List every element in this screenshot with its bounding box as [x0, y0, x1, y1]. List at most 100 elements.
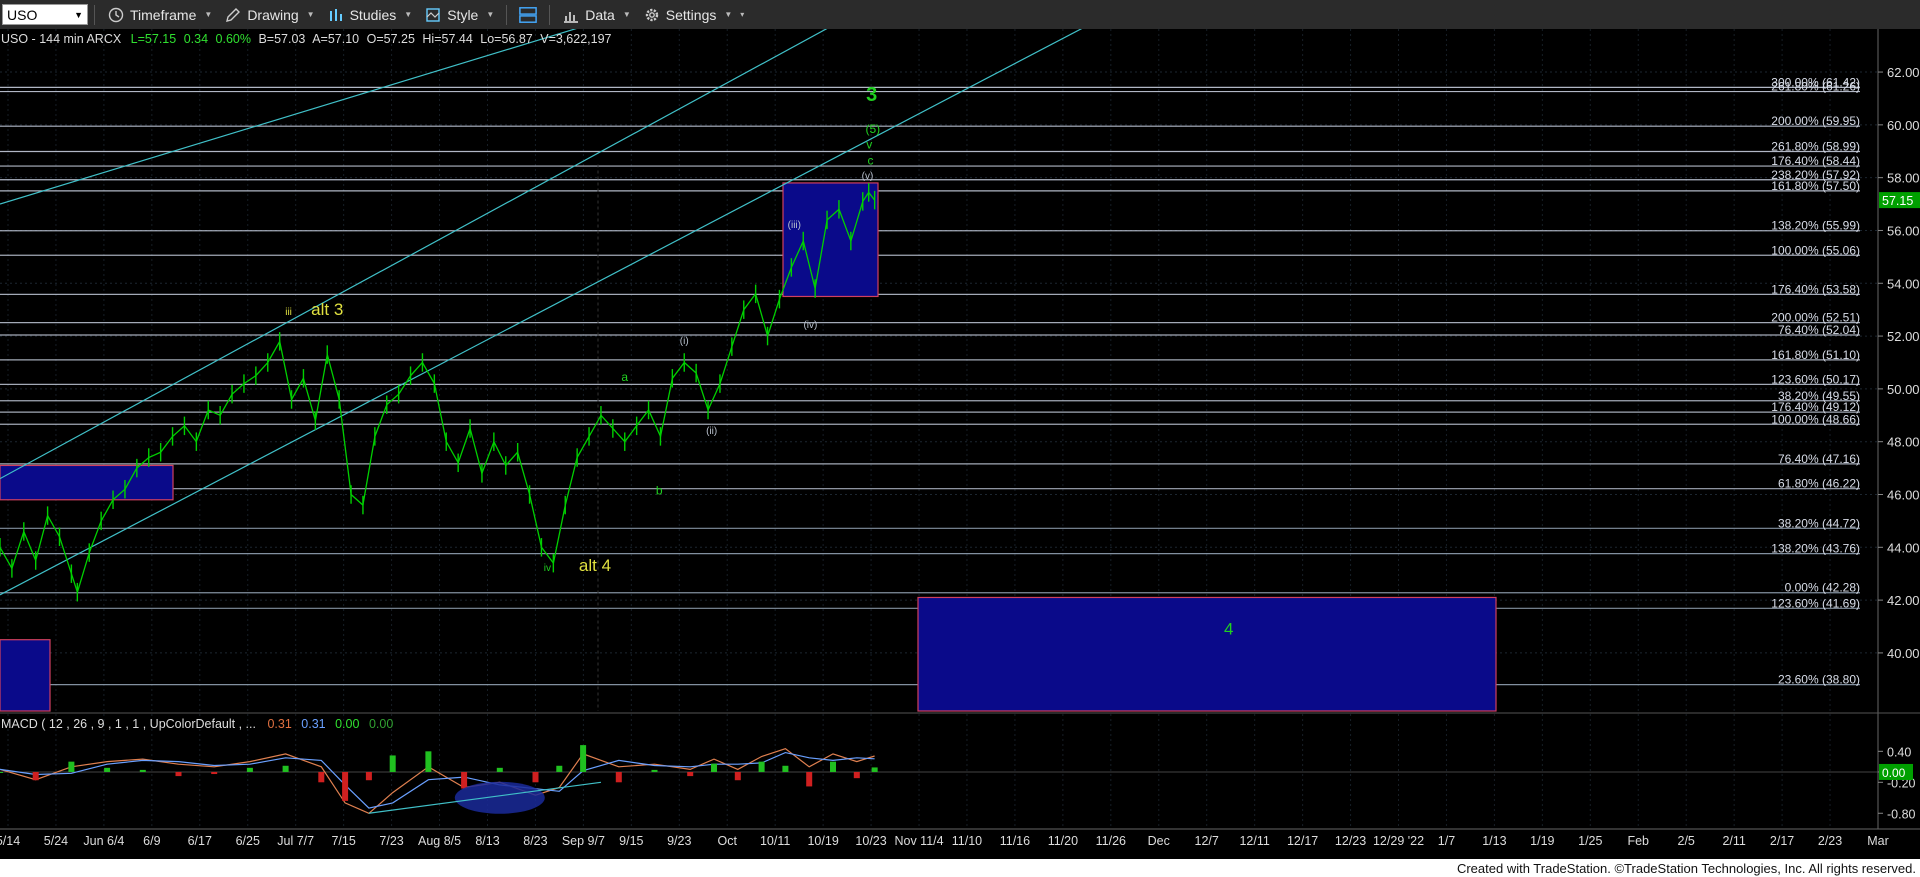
time-tick-label: 1/7 [1438, 834, 1455, 848]
header-change: 0.34 [184, 32, 208, 46]
chevron-down-icon: ▾ [740, 10, 745, 19]
time-tick-label: 12/17 [1287, 834, 1318, 848]
time-tick-label: 6/25 [236, 834, 260, 848]
fib-label: 176.40% (58.44) [1771, 154, 1860, 168]
drawing-button[interactable]: Drawing ▼ [218, 0, 320, 29]
price-tick-label: 40.00 [1887, 646, 1920, 661]
macd-histogram-bar [871, 767, 878, 772]
toolbar-divider [549, 4, 551, 25]
macd-histogram-bar [806, 771, 813, 787]
macd-histogram-bar [580, 745, 587, 772]
fib-label: 261.80% (58.99) [1771, 140, 1860, 154]
wave-label: (i) [680, 336, 689, 347]
time-tick-label: 12/23 [1335, 834, 1366, 848]
price-tick-label: 62.00 [1887, 65, 1920, 80]
wave-label: iv [544, 563, 551, 574]
time-tick-label: 1/25 [1578, 834, 1602, 848]
macd-histogram-bar [615, 771, 622, 783]
chevron-down-icon[interactable]: ▼ [74, 10, 83, 20]
macd-histogram-bar [782, 765, 789, 772]
layout-button[interactable] [513, 0, 543, 29]
header-ask: A=57.10 [312, 32, 359, 46]
wave-4-target-box [917, 596, 1497, 712]
header-bid: B=57.03 [258, 32, 305, 46]
wave-label: (5) [866, 122, 881, 136]
fib-label: 23.60% (38.80) [1778, 673, 1860, 687]
fib-label: 76.40% (52.04) [1778, 323, 1860, 337]
style-button[interactable]: Style ▼ [418, 0, 500, 29]
divergence-ellipse [454, 781, 545, 814]
timeframe-button[interactable]: Timeframe ▼ [101, 0, 218, 29]
last-price-label: 57.15 [1882, 194, 1913, 208]
wave-label: c [867, 153, 873, 167]
time-tick-label: 8/13 [475, 834, 499, 848]
time-tick-label: 12/7 [1195, 834, 1219, 848]
time-tick-label: Mar [1867, 834, 1889, 848]
time-tick-label: 5/24 [44, 834, 68, 848]
toolbar: USO ▼ Timeframe ▼ Drawing ▼ Studies ▼ St… [0, 0, 1920, 30]
wave-label: (ii) [706, 426, 717, 437]
chevron-down-icon: ▼ [724, 10, 733, 19]
macd-histogram-bar [175, 771, 182, 777]
macd-histogram-bar [389, 755, 396, 772]
price-tick-label: 56.00 [1887, 223, 1920, 238]
pencil-icon [224, 6, 242, 24]
price-tick-label: 60.00 [1887, 118, 1920, 133]
fib-label: 161.80% (57.50) [1771, 179, 1860, 193]
time-tick-label: 10/23 [855, 834, 886, 848]
time-tick-label: 9/23 [667, 834, 691, 848]
macd-histogram-bar [425, 751, 432, 772]
studies-button[interactable]: Studies ▼ [321, 0, 419, 29]
wave-label: 3 [866, 84, 877, 106]
layout-icon [519, 6, 538, 24]
time-tick-label: 7/15 [331, 834, 355, 848]
footer-credit: Created with TradeStation. ©TradeStation… [1456, 861, 1916, 876]
macd-histogram-bar [496, 767, 503, 772]
macd-histogram-bar [532, 771, 539, 783]
time-tick-label: 2/11 [1722, 834, 1745, 848]
macd-histogram-bar [711, 763, 717, 772]
macd-histogram-bar [342, 771, 349, 801]
data-button[interactable]: Data ▼ [556, 0, 637, 29]
time-tick-label: 1/13 [1482, 834, 1506, 848]
settings-button[interactable]: Settings ▼ ▾ [637, 0, 751, 29]
toolbar-divider [506, 4, 508, 25]
fib-label: 100.00% (48.66) [1771, 412, 1860, 426]
header-lo: Lo=56.87 [480, 32, 533, 46]
settings-label: Settings [665, 6, 717, 23]
time-tick-label: 11/16 [1000, 834, 1030, 848]
time-tick-label: 9/15 [619, 834, 643, 848]
price-tick-label: 50.00 [1887, 382, 1920, 397]
time-tick-label: Sep 9/7 [562, 834, 605, 848]
fib-label: 61.80% (46.22) [1778, 477, 1860, 491]
left-lower-box [0, 639, 51, 712]
symbol-input[interactable]: USO ▼ [2, 4, 88, 25]
fib-label: 176.40% (53.58) [1771, 282, 1860, 296]
chevron-down-icon: ▼ [306, 10, 315, 19]
macd-histogram-bar [556, 765, 563, 772]
price-tick-label: 52.00 [1887, 329, 1920, 344]
price-tick-label: 46.00 [1887, 487, 1920, 502]
fib-label: 161.80% (51.10) [1771, 348, 1860, 362]
wave-label: (iv) [803, 320, 817, 331]
time-tick-label: 11/20 [1048, 834, 1078, 848]
time-tick-label: 5/14 [0, 834, 20, 848]
wave-label: alt 3 [311, 300, 343, 319]
price-tick-label: 54.00 [1887, 276, 1920, 291]
toolbar-divider [94, 4, 95, 25]
studies-icon [327, 6, 345, 24]
time-tick-label: 2/17 [1770, 834, 1794, 848]
time-tick-label: 11/26 [1096, 834, 1126, 848]
symbol-header: USO - 144 min ARCX L=57.15 0.34 0.60% B=… [1, 32, 612, 46]
header-symbol: USO - 144 min ARCX [1, 32, 122, 46]
time-tick-label: 6/9 [143, 834, 160, 848]
macd-tick-label: 0.40 [1887, 745, 1911, 759]
macd-histogram-bar [758, 761, 765, 772]
price-chart[interactable]: 300.00% (61.42)261.80% (61.26)200.00% (5… [0, 29, 1920, 859]
macd-label: MACD ( 12 , 26 , 9 , 1 , 1 , UpColorDefa… [1, 717, 256, 731]
fib-label: 138.20% (43.76) [1771, 542, 1860, 556]
timeframe-label: Timeframe [130, 6, 197, 23]
macd-last-label: 0.00 [1882, 766, 1906, 780]
gear-icon [643, 6, 661, 24]
fib-label: 261.80% (61.26) [1771, 80, 1860, 94]
